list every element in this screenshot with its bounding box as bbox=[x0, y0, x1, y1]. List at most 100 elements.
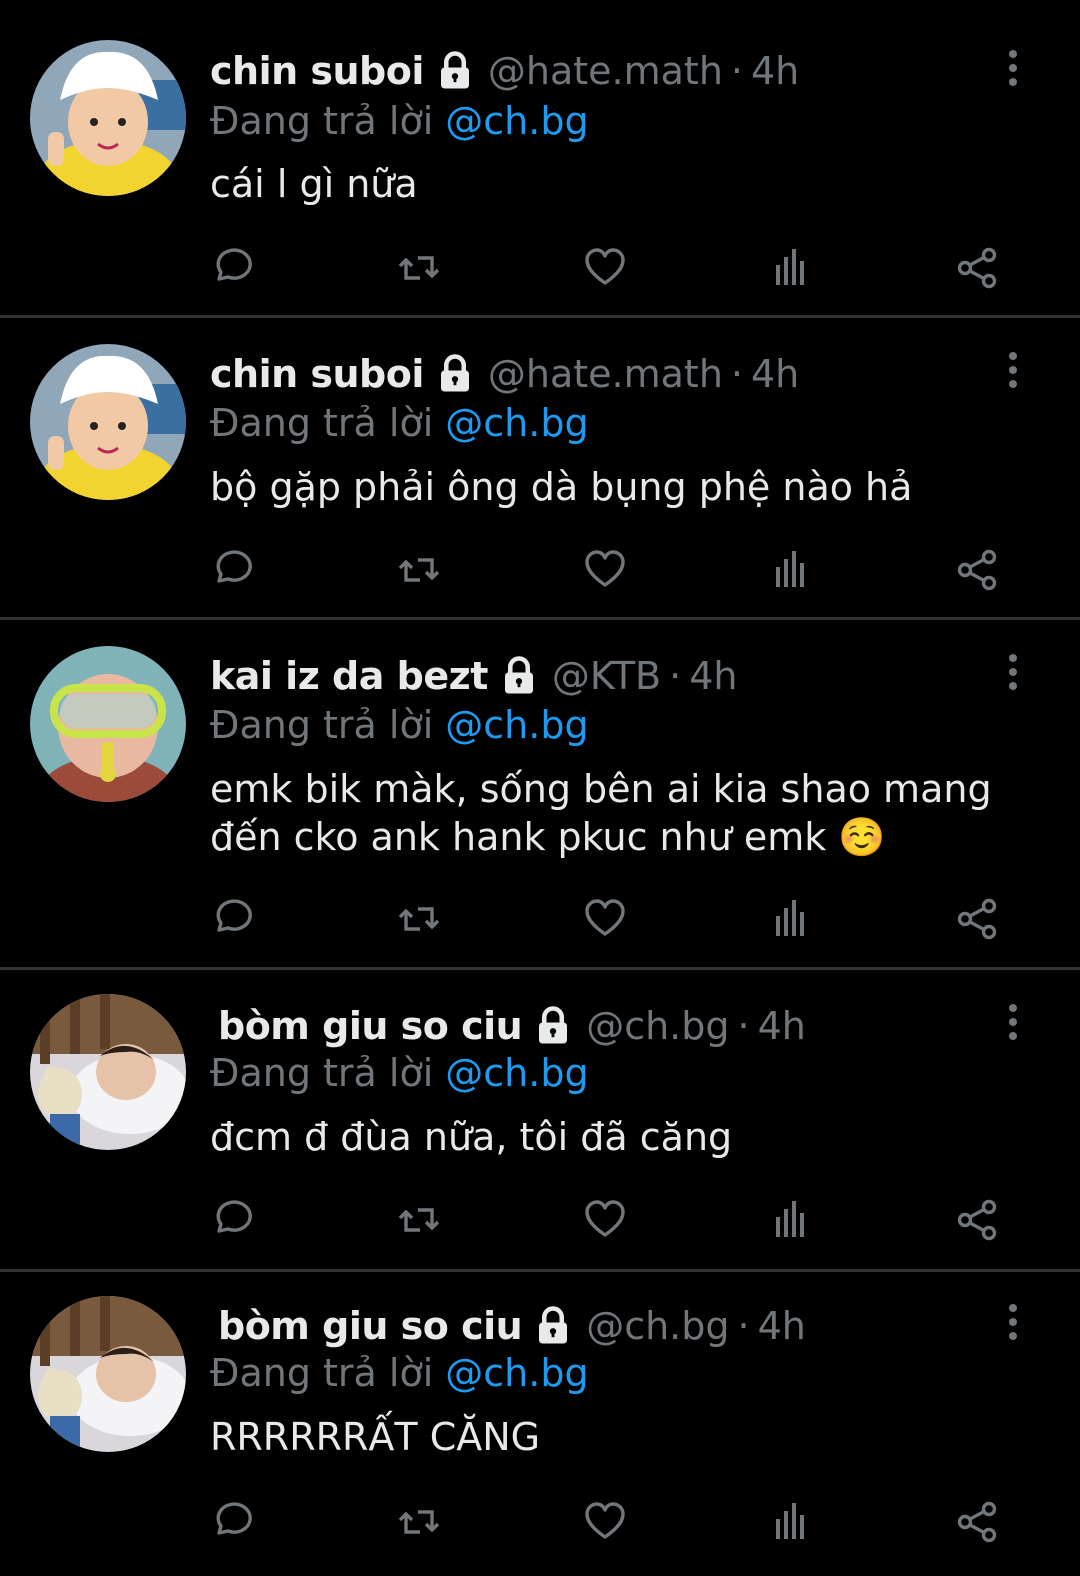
separator-dot: · bbox=[669, 654, 682, 698]
tweet[interactable]: chin suboi @hate.math · 4h Đang trả lời @… bbox=[0, 0, 1080, 318]
views-button[interactable] bbox=[765, 1496, 817, 1548]
handle[interactable]: @hate.math bbox=[488, 45, 723, 97]
tweet-actions bbox=[0, 242, 1080, 298]
more-options-icon[interactable] bbox=[1000, 1002, 1026, 1042]
lock-icon bbox=[440, 51, 469, 89]
reply-button[interactable] bbox=[208, 544, 260, 596]
share-button[interactable] bbox=[951, 544, 1003, 596]
avatar[interactable] bbox=[30, 994, 186, 1150]
reply-mention-link[interactable]: @ch.bg bbox=[445, 703, 588, 747]
tweet-header: bòm giu so ciu @ch.bg · 4h bbox=[218, 1300, 806, 1352]
avatar[interactable] bbox=[30, 646, 186, 802]
replying-to-label: Đang trả lời bbox=[210, 703, 434, 747]
tweet-header: bòm giu so ciu @ch.bg · 4h bbox=[218, 1000, 806, 1052]
share-button[interactable] bbox=[951, 1496, 1003, 1548]
like-button[interactable] bbox=[579, 1194, 631, 1246]
more-options-icon[interactable] bbox=[1000, 1302, 1026, 1342]
like-icon bbox=[585, 1502, 625, 1539]
timestamp[interactable]: 4h bbox=[751, 45, 799, 97]
lock-icon bbox=[440, 354, 469, 392]
display-name[interactable]: chin suboi bbox=[210, 45, 424, 97]
retweet-button[interactable] bbox=[393, 1194, 445, 1246]
tweet[interactable]: bòm giu so ciu @ch.bg · 4h Đang trả lời @… bbox=[0, 1272, 1080, 1576]
handle[interactable]: @ch.bg bbox=[586, 1000, 729, 1052]
retweet-button[interactable] bbox=[393, 544, 445, 596]
share-button[interactable] bbox=[951, 242, 1003, 294]
like-button[interactable] bbox=[579, 242, 631, 294]
handle[interactable]: @ch.bg bbox=[586, 1300, 729, 1352]
views-button[interactable] bbox=[765, 242, 817, 294]
views-icon bbox=[776, 1201, 804, 1237]
avatar[interactable] bbox=[30, 1296, 186, 1452]
display-name[interactable]: bòm giu so ciu bbox=[218, 1300, 523, 1352]
replying-to-label: Đang trả lời bbox=[210, 1351, 434, 1395]
retweet-icon bbox=[398, 256, 440, 280]
tweet[interactable]: chin suboi @hate.math · 4h Đang trả lời @… bbox=[0, 318, 1080, 620]
reply-mention-link[interactable]: @ch.bg bbox=[445, 401, 588, 445]
views-icon bbox=[776, 1503, 804, 1539]
share-icon bbox=[957, 898, 997, 940]
avatar[interactable] bbox=[30, 344, 186, 500]
views-button[interactable] bbox=[765, 1194, 817, 1246]
more-options-icon[interactable] bbox=[1000, 350, 1026, 390]
retweet-icon bbox=[398, 558, 440, 582]
like-icon bbox=[585, 248, 625, 285]
share-button[interactable] bbox=[951, 893, 1003, 945]
like-icon bbox=[585, 550, 625, 587]
retweet-button[interactable] bbox=[393, 242, 445, 294]
share-button[interactable] bbox=[951, 1194, 1003, 1246]
retweet-button[interactable] bbox=[393, 893, 445, 945]
display-name[interactable]: kai iz da bezt bbox=[210, 650, 488, 702]
tweet-actions bbox=[0, 893, 1080, 949]
more-options-icon[interactable] bbox=[1000, 48, 1026, 88]
reply-mention-link[interactable]: @ch.bg bbox=[445, 1351, 588, 1395]
reply-mention-link[interactable]: @ch.bg bbox=[445, 99, 588, 143]
reply-button[interactable] bbox=[208, 893, 260, 945]
replying-to-label: Đang trả lời bbox=[210, 99, 434, 143]
retweet-button[interactable] bbox=[393, 1496, 445, 1548]
tweet[interactable]: kai iz da bezt @KTB · 4h Đang trả lời @ch… bbox=[0, 620, 1080, 970]
tweet-feed: chin suboi @hate.math · 4h Đang trả lời @… bbox=[0, 0, 1080, 1576]
handle[interactable]: @hate.math bbox=[488, 348, 723, 400]
views-icon bbox=[776, 551, 804, 587]
tweet[interactable]: bòm giu so ciu @ch.bg · 4h Đang trả lời @… bbox=[0, 970, 1080, 1272]
share-icon bbox=[957, 549, 997, 591]
like-button[interactable] bbox=[579, 544, 631, 596]
tweet-actions bbox=[0, 544, 1080, 600]
like-button[interactable] bbox=[579, 893, 631, 945]
like-button[interactable] bbox=[579, 1496, 631, 1548]
tweet-header: chin suboi @hate.math · 4h bbox=[210, 45, 799, 97]
views-button[interactable] bbox=[765, 544, 817, 596]
retweet-icon bbox=[398, 1510, 440, 1534]
timestamp[interactable]: 4h bbox=[758, 1300, 806, 1352]
handle[interactable]: @KTB bbox=[552, 650, 661, 702]
tweet-actions bbox=[0, 1194, 1080, 1250]
share-icon bbox=[957, 1199, 997, 1241]
like-icon bbox=[585, 1200, 625, 1237]
replying-to: Đang trả lời @ch.bg bbox=[210, 398, 589, 448]
more-options-icon[interactable] bbox=[1000, 652, 1026, 692]
replying-to: Đang trả lời @ch.bg bbox=[210, 1048, 589, 1098]
tweet-header: chin suboi @hate.math · 4h bbox=[210, 348, 799, 400]
replying-to: Đang trả lời @ch.bg bbox=[210, 96, 589, 146]
views-icon bbox=[776, 900, 804, 936]
reply-button[interactable] bbox=[208, 242, 260, 294]
timestamp[interactable]: 4h bbox=[758, 1000, 806, 1052]
separator-dot: · bbox=[737, 1004, 750, 1048]
tweet-text: emk bik màk, sống bên ai kia shao mang đ… bbox=[210, 767, 992, 859]
replying-to-label: Đang trả lời bbox=[210, 401, 434, 445]
reply-icon bbox=[216, 899, 252, 932]
lock-icon bbox=[539, 1006, 568, 1044]
display-name[interactable]: chin suboi bbox=[210, 348, 424, 400]
views-button[interactable] bbox=[765, 893, 817, 945]
display-name[interactable]: bòm giu so ciu bbox=[218, 1000, 523, 1052]
timestamp[interactable]: 4h bbox=[689, 650, 737, 702]
tweet-text: RRRRRRẤT CĂNG bbox=[210, 1415, 541, 1459]
reply-button[interactable] bbox=[208, 1194, 260, 1246]
timestamp[interactable]: 4h bbox=[751, 348, 799, 400]
reply-button[interactable] bbox=[208, 1496, 260, 1548]
reply-mention-link[interactable]: @ch.bg bbox=[445, 1051, 588, 1095]
tweet-text: đcm đ đùa nữa, tôi đã căng bbox=[210, 1115, 733, 1159]
avatar[interactable] bbox=[30, 40, 186, 196]
share-icon bbox=[957, 1501, 997, 1543]
